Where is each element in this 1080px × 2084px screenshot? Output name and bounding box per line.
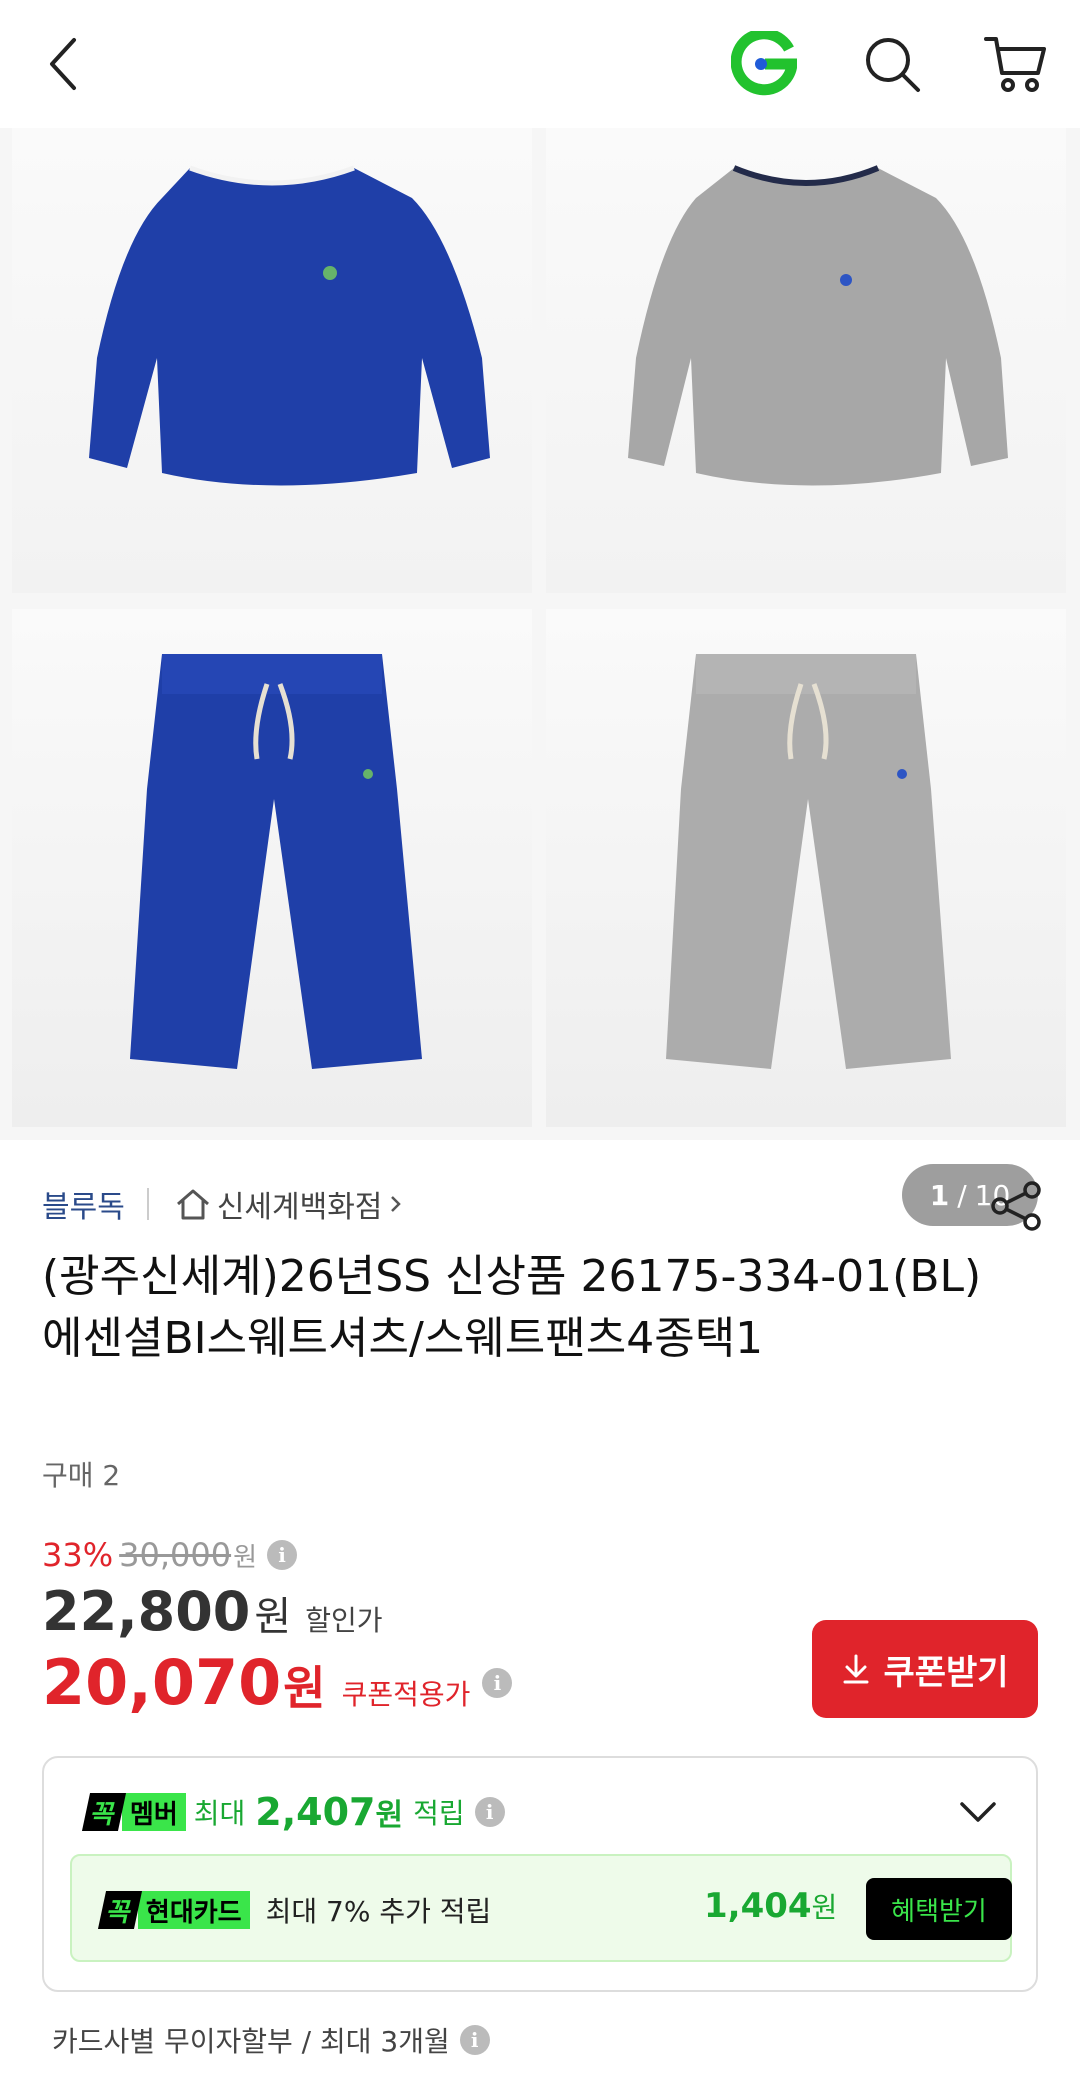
divider <box>146 1188 149 1220</box>
get-benefit-button[interactable]: 혜택받기 <box>866 1878 1012 1940</box>
search-icon <box>866 38 920 92</box>
discount-rate: 33% <box>42 1536 114 1574</box>
chevron-down-icon <box>960 1802 996 1822</box>
purchase-count: 구매 2 <box>42 1459 121 1492</box>
info-icon[interactable]: i <box>267 1540 298 1570</box>
counter-separator: / <box>957 1178 967 1212</box>
product-image-gallery[interactable]: 1 / 10 <box>0 128 1080 1226</box>
cart-icon <box>984 37 1046 92</box>
product-image-gray-pants <box>546 609 1066 1127</box>
card-amount-value: 1,404 <box>704 1886 812 1926</box>
share-icon <box>991 1181 1041 1231</box>
member-benefit-box: 꼭 멤버 최대 2,407 원 적립 i 꼭 현대카드 최대 7% 추가 적립 … <box>42 1756 1038 1992</box>
info-icon[interactable]: i <box>474 1797 505 1827</box>
sale-price-row: 22,800 원 할인가 <box>42 1580 382 1643</box>
chevron-right-icon <box>391 1196 402 1212</box>
member-earn-label: 적립 <box>413 1797 465 1830</box>
member-benefit-row[interactable]: 꼭 멤버 최대 2,407 원 적립 i <box>78 1790 505 1834</box>
download-icon <box>843 1654 869 1684</box>
installment-info: 카드사별 무이자할부 / 최대 3개월 i <box>52 2020 490 2060</box>
coupon-price-label: 쿠폰적용가 <box>341 1678 471 1711</box>
card-benefit-row: 꼭 현대카드 최대 7% 추가 적립 <box>94 1890 491 1930</box>
home-icon <box>176 1189 209 1220</box>
badge-label: 현대카드 <box>137 1891 250 1929</box>
counter-current: 1 <box>929 1178 950 1212</box>
card-benefit-amount: 1,404원 <box>704 1886 837 1926</box>
member-amount: 2,407 <box>255 1790 376 1834</box>
member-badge: 꼭 멤버 <box>78 1793 194 1831</box>
coupon-price-row: 20,070 원 쿠폰적용가 i <box>42 1646 513 1719</box>
gmarket-home-button[interactable] <box>728 28 800 100</box>
expand-button[interactable] <box>954 1788 1002 1836</box>
original-price-unit: 원 <box>233 1542 258 1573</box>
original-price-row: 33% 30,000 원 i <box>42 1536 298 1574</box>
card-benefit-desc: 최대 7% 추가 적립 <box>265 1895 492 1928</box>
product-image-blue-sweatshirt <box>12 128 532 593</box>
info-icon[interactable]: i <box>482 1667 513 1698</box>
share-button[interactable] <box>988 1178 1044 1234</box>
store-link[interactable]: 신세계백화점 <box>175 1182 405 1226</box>
card-benefit-box: 꼭 현대카드 최대 7% 추가 적립 1,404원 혜택받기 <box>70 1854 1012 1962</box>
installment-text: 카드사별 무이자할부 / 최대 3개월 <box>52 2025 450 2058</box>
card-amount-unit: 원 <box>811 1891 838 1924</box>
badge-mark: 꼭 <box>81 1793 126 1831</box>
back-icon <box>50 38 76 90</box>
top-header <box>0 0 1080 128</box>
product-title: (광주신세계)26년SS 신상품 26175-334-01(BL) 에센셜BI스… <box>42 1251 982 1364</box>
badge-mark: 꼭 <box>97 1891 142 1929</box>
back-button[interactable] <box>28 28 100 100</box>
sale-price-label: 할인가 <box>305 1604 383 1637</box>
member-max-label: 최대 <box>193 1797 246 1830</box>
get-coupon-button[interactable]: 쿠폰받기 <box>812 1620 1038 1718</box>
original-price: 30,000 <box>119 1536 232 1574</box>
sale-price: 22,800 <box>42 1580 251 1643</box>
badge-label: 멤버 <box>121 1793 186 1831</box>
sale-price-unit: 원 <box>254 1594 292 1640</box>
brand-link[interactable]: 블루독 <box>42 1182 125 1226</box>
info-icon[interactable]: i <box>459 2025 490 2055</box>
search-button[interactable] <box>856 28 928 100</box>
cart-button[interactable] <box>980 28 1052 100</box>
member-amount-unit: 원 <box>375 1798 404 1833</box>
card-badge: 꼭 현대카드 <box>94 1891 258 1929</box>
g-logo-icon <box>731 31 797 96</box>
coupon-price-unit: 원 <box>283 1661 326 1715</box>
coupon-price: 20,070 <box>42 1646 282 1719</box>
product-image-gray-sweatshirt <box>546 128 1066 593</box>
product-image-blue-pants <box>12 609 532 1127</box>
store-name: 신세계백화점 <box>216 1190 383 1225</box>
get-coupon-label: 쿠폰받기 <box>883 1652 1009 1693</box>
brand-row: 블루독 신세계백화점 <box>42 1180 404 1228</box>
